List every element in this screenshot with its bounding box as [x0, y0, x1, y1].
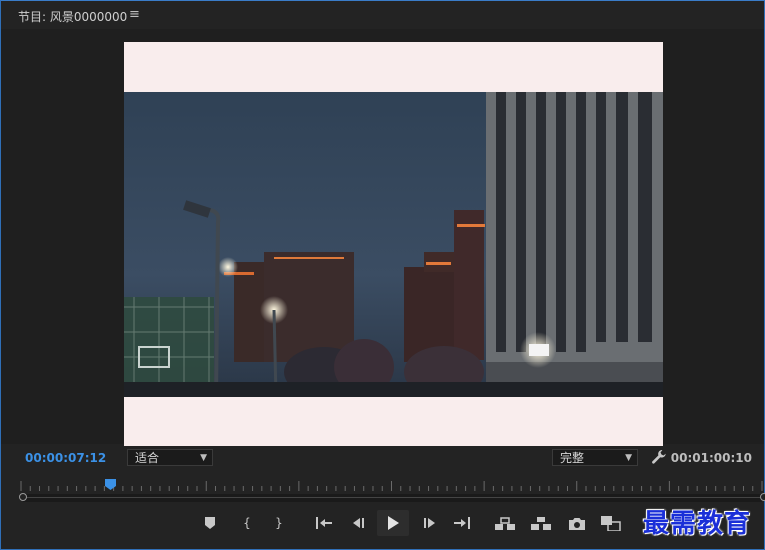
go-to-in-icon	[316, 517, 332, 529]
lift-button[interactable]	[492, 509, 518, 537]
extract-button[interactable]	[528, 509, 554, 537]
step-back-button[interactable]	[345, 509, 371, 537]
program-monitor-panel: 节目: 风景0000000 ≡ 00:00:07:12 适合 ▼ 完整 ▼ 00…	[0, 0, 765, 550]
play-icon	[388, 516, 399, 530]
chevron-down-icon: ▼	[625, 453, 632, 463]
zoom-level-value: 适合	[135, 451, 160, 465]
panel-header: 节目: 风景0000000 ≡	[1, 1, 764, 29]
lift-icon	[495, 517, 515, 530]
step-forward-icon	[424, 518, 435, 528]
marker-icon	[205, 517, 215, 529]
zoom-level-select[interactable]: 适合 ▼	[127, 449, 213, 466]
playback-resolution-select[interactable]: 完整 ▼	[552, 449, 638, 466]
mark-out-icon: }	[275, 516, 283, 530]
scrubber-line	[23, 497, 762, 498]
go-to-in-button[interactable]	[311, 509, 337, 537]
go-to-out-button[interactable]	[449, 509, 475, 537]
current-timecode[interactable]: 00:00:07:12	[25, 451, 106, 465]
export-frame-button[interactable]	[564, 509, 590, 537]
mark-out-button[interactable]: }	[266, 509, 292, 537]
scrubber-start-handle[interactable]	[19, 493, 27, 501]
panel-title[interactable]: 节目: 风景0000000	[18, 8, 127, 25]
play-button[interactable]	[377, 510, 409, 536]
time-ruler[interactable]	[19, 479, 764, 491]
hamburger-menu-icon[interactable]: ≡	[129, 7, 140, 22]
program-viewer[interactable]	[1, 29, 764, 446]
comparison-view-button[interactable]	[598, 509, 624, 537]
go-to-out-icon	[454, 517, 470, 529]
step-forward-button[interactable]	[417, 509, 443, 537]
camera-icon	[569, 517, 585, 530]
duration-timecode: 00:01:00:10	[670, 451, 752, 465]
mark-in-button[interactable]: {	[234, 509, 260, 537]
video-preview	[124, 92, 663, 397]
comparison-icon	[601, 515, 621, 531]
playback-scrubber[interactable]	[19, 493, 765, 502]
playhead-icon[interactable]	[104, 479, 116, 490]
wrench-icon[interactable]	[651, 449, 667, 465]
watermark-logo: 最需教育	[643, 509, 752, 539]
scrubber-end-handle[interactable]	[760, 493, 765, 501]
playback-resolution-value: 完整	[560, 451, 585, 465]
add-marker-button[interactable]	[197, 509, 223, 537]
chevron-down-icon: ▼	[200, 453, 207, 463]
mark-in-icon: {	[243, 516, 251, 530]
step-back-icon	[353, 518, 364, 528]
extract-icon	[531, 517, 551, 530]
video-frame	[124, 42, 663, 446]
night-city-scene	[124, 92, 663, 397]
